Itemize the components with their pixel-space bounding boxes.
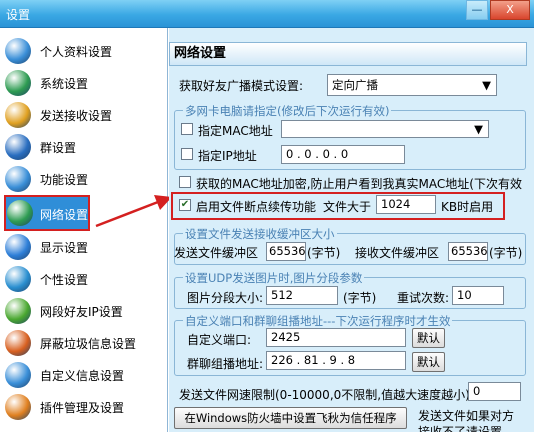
resume-label: 启用文件断点续传功能	[196, 200, 317, 214]
sidebar-item-label: 发送接收设置	[40, 109, 113, 123]
system-icon	[5, 70, 31, 96]
group-icon	[5, 134, 31, 160]
sidebar-item-label: 系统设置	[40, 77, 89, 91]
udp-group-title: 设置UDP发送图片时,图片分段参数	[183, 270, 365, 286]
send-receive-icon	[5, 102, 31, 128]
file-larger-label: 文件大于	[323, 200, 372, 214]
ip-checkbox[interactable]	[181, 148, 193, 160]
sidebar-item-group[interactable]: 群设置	[0, 131, 168, 163]
feature-icon	[5, 166, 31, 192]
send-buffer-unit: (字节)	[307, 246, 341, 260]
mac-checkbox[interactable]	[181, 123, 193, 135]
resume-checkbox[interactable]: ✔	[179, 199, 191, 211]
sidebar-item-system[interactable]: 系统设置	[0, 67, 168, 99]
annotation-arrow	[95, 195, 172, 228]
sidebar-item-feature[interactable]: 功能设置	[0, 163, 168, 195]
file-size-threshold-input[interactable]: 1024	[376, 195, 436, 214]
title-bar: 设置 — X	[0, 0, 534, 28]
sidebar-item-label: 显示设置	[40, 241, 89, 255]
encrypt-mac-label: 获取的MAC地址加密,防止用户看到我真实MAC地址(下次有效	[196, 177, 522, 191]
sidebar-item-plugin[interactable]: 插件管理及设置	[0, 391, 168, 423]
block-icon	[5, 330, 31, 356]
note-line-1: 发送文件如果对方	[418, 409, 515, 423]
default-multicast-button[interactable]: 默认	[412, 352, 445, 372]
close-button[interactable]: X	[490, 0, 530, 20]
recv-buffer-label: 接收文件缓冲区	[355, 246, 440, 260]
default-port-button[interactable]: 默认	[412, 328, 445, 348]
multicast-label: 群聊组播地址:	[187, 357, 264, 371]
segment-size-label: 图片分段大小:	[187, 291, 264, 305]
chevron-down-icon: ▼	[482, 78, 491, 92]
segment-size-input[interactable]: 512	[266, 286, 338, 305]
minimize-button[interactable]: —	[466, 0, 488, 20]
display-icon	[5, 234, 31, 260]
sidebar-item-label: 群设置	[40, 141, 77, 155]
note-line-2: 接收不了请设置	[418, 425, 503, 432]
speed-limit-label: 发送文件网速限制(0-10000,0不限制,值越大速度越小)	[179, 388, 470, 402]
sidebar-item-network[interactable]: 网络设置	[4, 195, 90, 231]
network-icon	[7, 200, 33, 226]
network-settings-panel: 网络设置 获取好友广播模式设置: 定向广播 ▼ 多网卡电脑请指定(修改后下次运行…	[169, 28, 534, 432]
multicast-address-field[interactable]: 226 . 81 . 9 . 8	[266, 351, 406, 370]
encrypt-mac-checkbox[interactable]	[179, 176, 191, 188]
recv-buffer-unit: (字节)	[489, 246, 523, 260]
sidebar-item-send-receive[interactable]: 发送接收设置	[0, 99, 168, 131]
port-input[interactable]: 2425	[266, 328, 406, 347]
retry-input[interactable]: 10	[452, 286, 504, 305]
ip-icon	[5, 298, 31, 324]
port-label: 自定义端口:	[187, 333, 252, 347]
window-title: 设置	[6, 8, 31, 22]
chevron-down-icon: ▼	[474, 122, 483, 136]
buffer-group-title: 设置文件发送接收缓冲区大小	[183, 226, 337, 242]
send-buffer-label: 发送文件缓冲区	[174, 246, 259, 260]
sidebar-item-label: 个性设置	[40, 273, 89, 287]
sidebar-item-block[interactable]: 屏蔽垃圾信息设置	[0, 327, 168, 359]
page-title: 网络设置	[169, 42, 527, 66]
sidebar-item-label: 功能设置	[40, 173, 89, 187]
recv-buffer-input[interactable]: 65536	[448, 242, 488, 261]
sidebar-item-label: 个人资料设置	[40, 45, 113, 59]
sidebar-item-profile[interactable]: 个人资料设置	[0, 35, 168, 67]
port-group-title: 自定义端口和群聊组播地址---下次运行程序时才生效	[183, 313, 453, 329]
sidebar-item-label: 网段好友IP设置	[40, 305, 123, 319]
sidebar-item-label: 插件管理及设置	[40, 401, 125, 415]
sidebar-item-custom-info[interactable]: 自定义信息设置	[0, 359, 168, 391]
broadcast-mode-value: 定向广播	[332, 78, 378, 92]
broadcast-mode-label: 获取好友广播模式设置:	[179, 79, 304, 93]
send-buffer-input[interactable]: 65536	[266, 242, 306, 261]
kb-label: KB时启用	[441, 200, 494, 214]
personal-icon	[5, 266, 31, 292]
sidebar-item-display[interactable]: 显示设置	[0, 231, 168, 263]
nic-group-title: 多网卡电脑请指定(修改后下次运行有效)	[183, 103, 392, 119]
plugin-icon	[5, 394, 31, 420]
speed-limit-input[interactable]: 0	[468, 382, 521, 401]
ip-address-field[interactable]: 0 . 0 . 0 . 0	[281, 145, 405, 164]
retry-label: 重试次数:	[397, 291, 450, 305]
mac-select[interactable]: ▼	[281, 120, 489, 138]
sidebar-item-label: 自定义信息设置	[40, 369, 125, 383]
broadcast-mode-select[interactable]: 定向广播 ▼	[327, 74, 497, 96]
sidebar-item-label: 屏蔽垃圾信息设置	[40, 337, 137, 351]
sidebar-item-label: 网络设置	[40, 208, 89, 222]
profile-icon	[5, 38, 31, 64]
sidebar-item-ip[interactable]: 网段好友IP设置	[0, 295, 168, 327]
custom-info-icon	[5, 362, 31, 388]
sidebar-item-personal[interactable]: 个性设置	[0, 263, 168, 295]
mac-label: 指定MAC地址	[198, 124, 273, 138]
ip-label: 指定IP地址	[198, 149, 257, 163]
segment-size-unit: (字节)	[343, 291, 377, 305]
firewall-trust-button[interactable]: 在Windows防火墙中设置飞秋为信任程序	[174, 407, 407, 429]
